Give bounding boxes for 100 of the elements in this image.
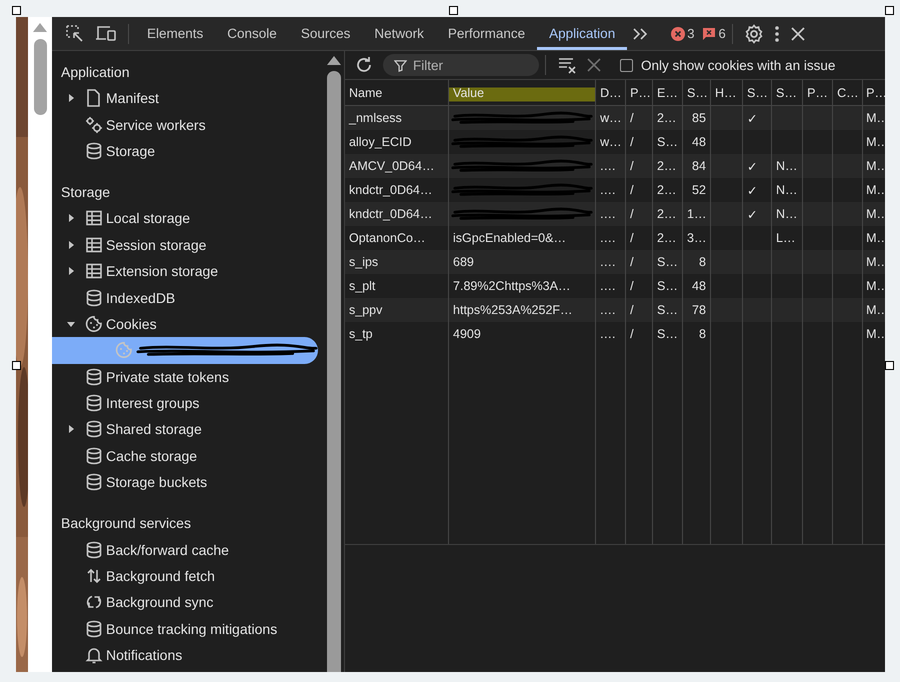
column-header[interactable]: S… <box>772 80 803 106</box>
table-cell: alloy_ECID <box>345 130 449 154</box>
panel-tab[interactable]: Sources <box>288 17 362 50</box>
sidebar-item[interactable]: Storage buckets <box>52 469 318 496</box>
table-cell: s_ips <box>345 250 449 274</box>
sidebar-item[interactable]: Shared storage <box>52 416 318 443</box>
column-header[interactable]: P… <box>862 80 885 106</box>
column-header[interactable]: Name <box>345 80 449 106</box>
table-cell: 689 <box>448 250 596 274</box>
sidebar-item[interactable]: Storage <box>52 138 318 164</box>
settings-icon[interactable] <box>744 24 764 44</box>
column-header[interactable]: P… <box>626 80 652 106</box>
table-icon <box>85 236 103 254</box>
column-header[interactable]: S… <box>742 80 772 106</box>
more-options-icon[interactable] <box>774 24 780 42</box>
table-cell: S… <box>652 250 682 274</box>
sidebar-item[interactable]: Private state tokens <box>52 364 318 390</box>
checkbox[interactable] <box>620 58 633 72</box>
sidebar-item[interactable]: Service workers <box>52 111 318 138</box>
scrollbar-thumb[interactable] <box>34 39 46 115</box>
scroll-up-arrow-icon[interactable] <box>327 56 341 65</box>
sidebar-item[interactable]: Bounce tracking mitigations <box>52 616 318 642</box>
cookie-icon <box>85 314 103 333</box>
table-cell: 2… <box>652 106 682 130</box>
check-mark: ✓ <box>742 178 772 202</box>
table-cell: 2… <box>652 154 682 178</box>
database-icon <box>85 620 103 638</box>
table-cell: .… <box>596 322 626 346</box>
table-icon <box>85 262 103 280</box>
selection-handle[interactable] <box>449 6 458 15</box>
column-header[interactable]: C… <box>832 80 863 106</box>
sidebar-item[interactable]: IndexedDB <box>52 284 318 311</box>
column-header[interactable]: D… <box>596 80 626 106</box>
collapsed-triangle-icon[interactable] <box>67 267 75 276</box>
filter-field[interactable]: Filter <box>383 54 539 76</box>
table-cell: M… <box>862 178 885 202</box>
collapsed-triangle-icon[interactable] <box>67 214 75 222</box>
table-cell: / <box>626 130 652 154</box>
table-cell: M… <box>862 322 885 346</box>
selection-handle[interactable] <box>885 361 894 370</box>
table-cell: 3… <box>682 226 710 250</box>
sidebar-item[interactable]: Notifications <box>52 642 318 668</box>
table-cell: .… <box>596 226 626 250</box>
panel-tab[interactable]: Network <box>362 17 436 50</box>
sidebar-item[interactable]: Extension storage <box>52 258 318 284</box>
sidebar-item[interactable]: Back/forward cache <box>52 536 318 563</box>
table-cell: .… <box>596 298 626 322</box>
table-cell: w… <box>596 106 626 130</box>
table-icon <box>85 209 103 228</box>
sidebar-item[interactable] <box>52 337 318 364</box>
sidebar-item[interactable]: Cache storage <box>52 442 318 470</box>
panel-tab[interactable]: Console <box>215 17 289 50</box>
close-icon[interactable] <box>790 26 806 42</box>
selection-handle[interactable] <box>12 6 21 15</box>
collapsed-triangle-icon[interactable] <box>67 240 75 249</box>
sidebar-item[interactable]: Local storage <box>52 205 318 232</box>
table-cell: N… <box>772 202 803 226</box>
table-cell: 85 <box>682 106 710 130</box>
database-icon <box>85 394 103 412</box>
sidebar-item[interactable]: Interest groups <box>52 390 318 416</box>
column-header[interactable]: P… <box>802 80 833 106</box>
sidebar-item[interactable]: Manifest <box>52 85 318 112</box>
panel-tab[interactable]: Performance <box>436 17 538 50</box>
sidebar-item[interactable]: Background sync <box>52 589 318 616</box>
table-cell: 8 <box>682 250 710 274</box>
error-icon <box>671 26 686 40</box>
table-cell: 84 <box>682 154 710 178</box>
refresh-icon[interactable] <box>354 55 374 75</box>
error-count[interactable]: 3 <box>671 26 694 41</box>
selection-handle[interactable] <box>12 361 21 370</box>
expanded-triangle-icon[interactable] <box>67 320 75 328</box>
collapsed-triangle-icon[interactable] <box>67 94 75 102</box>
table-cell: / <box>626 106 652 130</box>
table-cell: / <box>626 178 652 202</box>
panel-tab[interactable]: Application <box>537 17 628 50</box>
selection-handle[interactable] <box>885 6 894 15</box>
table-cell: 2… <box>652 178 682 202</box>
sidebar-item[interactable]: Session storage <box>52 232 318 258</box>
column-header[interactable]: H… <box>710 80 743 106</box>
table-cell: 8 <box>682 322 710 346</box>
table-cell: S… <box>652 130 682 154</box>
column-header[interactable]: Value <box>448 80 596 106</box>
checkbox-label[interactable]: Only show cookies with an issue <box>641 58 836 72</box>
clear-filtered-icon[interactable] <box>557 56 577 74</box>
column-header[interactable]: S… <box>682 80 710 106</box>
delete-icon[interactable] <box>587 58 601 72</box>
collapsed-triangle-icon[interactable] <box>67 425 75 434</box>
table-cell: 2… <box>652 226 682 250</box>
device-toolbar-icon[interactable] <box>95 24 117 44</box>
check-mark: ✓ <box>742 106 772 130</box>
warning-count[interactable]: 6 <box>702 26 726 41</box>
column-header[interactable]: E… <box>652 80 682 106</box>
table-cell: M… <box>862 106 885 130</box>
database-icon <box>85 368 103 386</box>
sidebar-item[interactable]: Cookies <box>52 310 318 338</box>
inspect-element-icon[interactable] <box>65 24 85 44</box>
panel-tab[interactable]: Elements <box>135 17 216 50</box>
scrollbar-thumb[interactable] <box>327 71 341 672</box>
sidebar-item[interactable]: Background fetch <box>52 562 318 590</box>
database-icon <box>85 473 103 492</box>
